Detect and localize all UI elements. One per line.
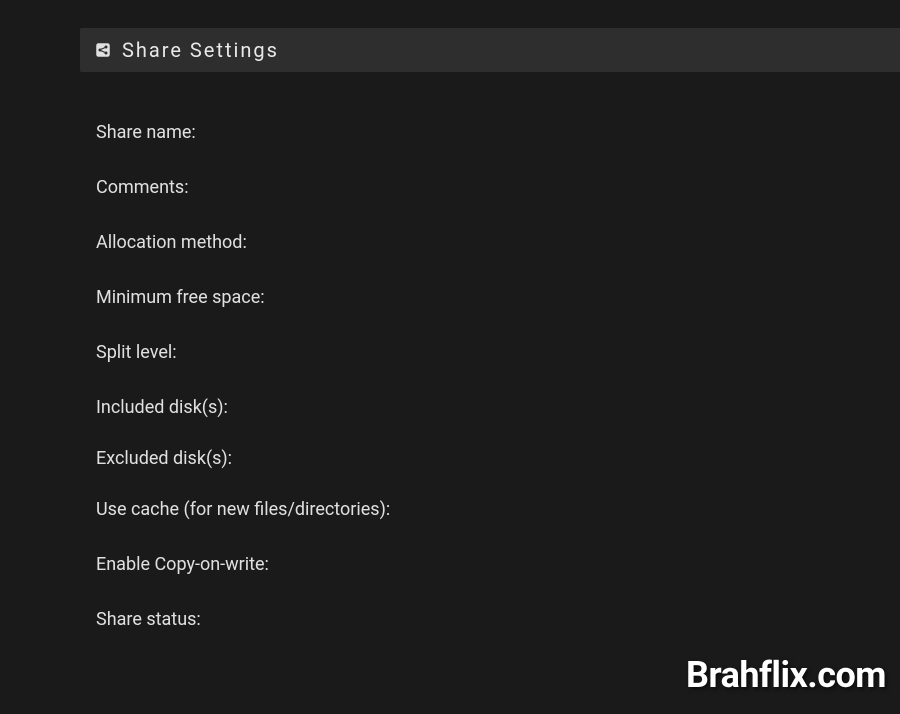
field-enable-cow: Enable Copy-on-write: bbox=[96, 554, 900, 575]
label-split-level: Split level: bbox=[96, 342, 177, 363]
field-minimum-free-space: Minimum free space: bbox=[96, 287, 900, 308]
field-share-status: Share status: bbox=[96, 609, 900, 630]
field-allocation-method: Allocation method: bbox=[96, 232, 900, 253]
label-use-cache: Use cache (for new files/directories): bbox=[96, 499, 390, 520]
label-included-disks: Included disk(s): bbox=[96, 397, 228, 418]
label-enable-cow: Enable Copy-on-write: bbox=[96, 554, 269, 575]
top-spacer bbox=[0, 0, 900, 28]
field-excluded-disks: Excluded disk(s): bbox=[96, 448, 900, 469]
field-share-name: Share name: bbox=[96, 122, 900, 143]
settings-form: Share name: Comments: Allocation method:… bbox=[96, 122, 900, 630]
label-minimum-free-space: Minimum free space: bbox=[96, 287, 265, 308]
label-comments: Comments: bbox=[96, 177, 189, 198]
section-title: Share Settings bbox=[122, 38, 279, 62]
field-included-disks: Included disk(s): bbox=[96, 397, 900, 418]
share-icon bbox=[94, 41, 112, 59]
watermark-text: Brahflix.com bbox=[686, 654, 886, 696]
field-comments: Comments: bbox=[96, 177, 900, 198]
section-header: Share Settings bbox=[80, 28, 900, 72]
field-use-cache: Use cache (for new files/directories): bbox=[96, 499, 900, 520]
label-allocation-method: Allocation method: bbox=[96, 232, 247, 253]
label-share-status: Share status: bbox=[96, 609, 201, 630]
label-excluded-disks: Excluded disk(s): bbox=[96, 448, 232, 469]
field-split-level: Split level: bbox=[96, 342, 900, 363]
label-share-name: Share name: bbox=[96, 122, 196, 143]
